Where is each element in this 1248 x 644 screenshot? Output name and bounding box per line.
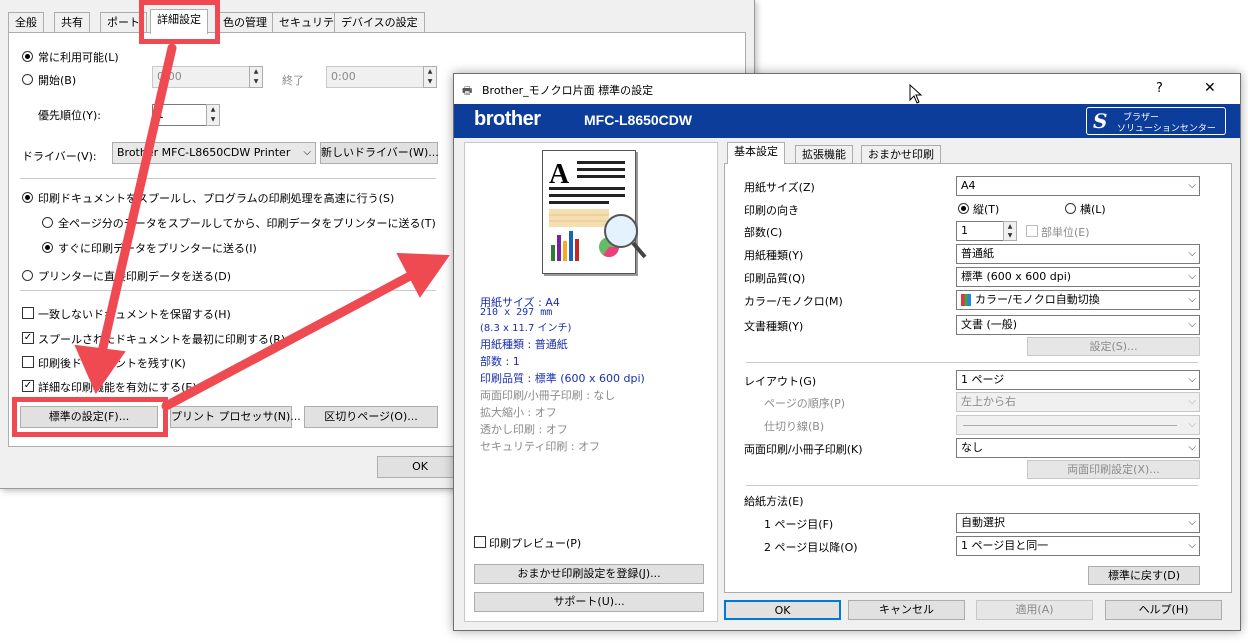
tab-basic[interactable]: 基本設定 <box>727 142 785 164</box>
annotation-arrow-right <box>161 271 415 411</box>
annotation-arrow-down <box>97 43 177 357</box>
annotation-arrows <box>74 43 450 411</box>
tab-advanced[interactable]: 詳細設定 <box>150 9 208 34</box>
annotation-arrow-down-head <box>74 344 126 395</box>
